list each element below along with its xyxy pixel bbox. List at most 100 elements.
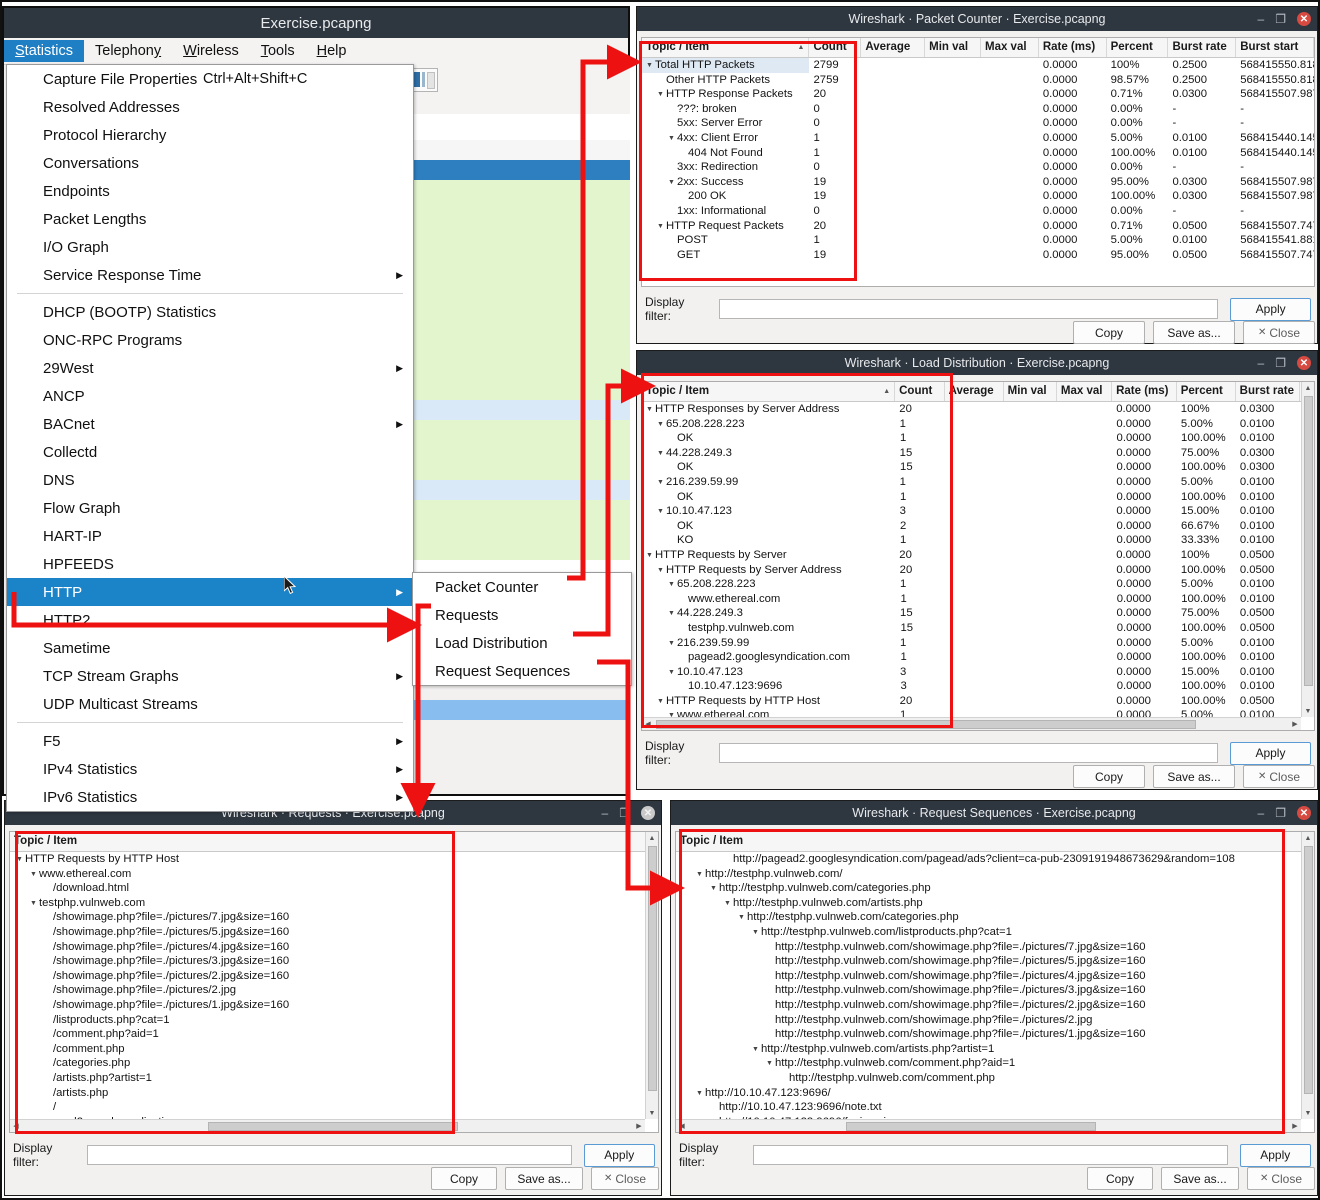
statistics-menu-item-capture-file-properties[interactable]: Capture File Properties Ctrl+Alt+Shift+C (7, 65, 413, 93)
list-item[interactable]: ▼/showimage.php?file=./pictures/2.jpg&si… (10, 969, 658, 984)
column-header-burst-rate[interactable]: Burst rate (1236, 382, 1301, 401)
statistics-menu-item-dns[interactable]: DNS (7, 466, 413, 494)
list-item[interactable]: ▼/ (10, 1100, 658, 1115)
list-item[interactable]: ▼/comment.php?aid=1 (10, 1027, 658, 1042)
column-header-count[interactable]: Count (895, 382, 945, 401)
table-row[interactable]: ▼ HTTP Requests by HTTP Host 20 0.0000 100.0… (642, 694, 1314, 709)
table-row[interactable]: ▼pagead2.googlesyndication.com 1 0.0000 100… (642, 650, 1314, 665)
packet-counter-copy-button[interactable]: Copy (1073, 321, 1145, 344)
scroll-up-icon[interactable]: ▲ (646, 832, 658, 844)
table-row[interactable]: ▼ HTTP Requests by Server Address 20 0.0000… (642, 563, 1314, 578)
http-submenu-item-requests[interactable]: Requests (413, 601, 631, 629)
hscroll-thumb[interactable] (656, 720, 1196, 729)
table-row[interactable]: ▼ 10.10.47.123 3 0.0000 15.00% 0.0100 (642, 665, 1314, 680)
requests-hscrollbar[interactable]: ◀ ▶ (10, 1119, 645, 1132)
request-sequences-apply-button[interactable]: Apply (1239, 1143, 1311, 1167)
column-header-count[interactable]: Count (809, 38, 862, 57)
expander-open-icon[interactable]: ▼ (657, 476, 666, 490)
column-header-burst-rate[interactable]: Burst rate (1168, 38, 1237, 57)
list-item[interactable]: ▼/showimage.php?file=./pictures/3.jpg&si… (10, 954, 658, 969)
list-item[interactable]: ▼ http://testphp.vulnweb.com/artists.php (676, 896, 1314, 911)
table-row[interactable]: ▼ HTTP Request Packets 20 0.0000 0.71% 0.0500… (642, 219, 1314, 234)
statistics-menu-item-ancp[interactable]: ANCP (7, 382, 413, 410)
close-icon[interactable]: ✕ (641, 806, 655, 820)
table-row[interactable]: ▼200 OK190.0000100.00%0.0300568415507.98… (642, 189, 1314, 204)
column-header-percent[interactable]: Percent (1177, 382, 1236, 401)
packet-counter-filter-input[interactable] (718, 299, 1219, 319)
request-sequences-save-as-button[interactable]: Save as... (1161, 1167, 1239, 1190)
list-item[interactable]: ▼/artists.php?artist=1 (10, 1071, 658, 1086)
statistics-menu-item-tcp-stream-graphs[interactable]: TCP Stream Graphs ▶ (7, 662, 413, 690)
list-item[interactable]: ▼ http://10.10.47.123:9696/ (676, 1086, 1314, 1101)
table-row[interactable]: ▼ 65.208.228.223 1 0.0000 5.00% 0.0100 (642, 417, 1314, 432)
expander-open-icon[interactable]: ▼ (752, 1043, 761, 1057)
table-row[interactable]: ▼ 2xx: Success 19 0.0000 95.00% 0.0300 5684155… (642, 175, 1314, 190)
requests-apply-button[interactable]: Apply (583, 1143, 655, 1167)
statistics-menu-item-service-response-time[interactable]: Service Response Time ▶ (7, 261, 413, 289)
requests-column-topic-item[interactable]: Topic / Item (10, 832, 646, 851)
restore-icon[interactable]: ❐ (1275, 13, 1286, 25)
expander-open-icon[interactable]: ▼ (668, 637, 677, 651)
scroll-left-icon[interactable]: ◀ (676, 1120, 688, 1132)
load-distribution-filter-input[interactable] (718, 743, 1218, 763)
statistics-menu-item-resolved-addresses[interactable]: Resolved Addresses (7, 93, 413, 121)
table-row[interactable]: ▼10.10.47.123:9696 3 0.0000 100.00% 0.0100 (642, 679, 1314, 694)
expander-open-icon[interactable]: ▼ (738, 911, 747, 925)
load-distribution-close-button[interactable]: ✕ Close (1243, 765, 1315, 788)
request-sequences-table[interactable]: Topic / Item ▼http://pagead2.googlesyndi… (675, 831, 1315, 1133)
expander-open-icon[interactable]: ▼ (646, 59, 655, 73)
table-row[interactable]: ▼ HTTP Requests by Server 20 0.0000 100% 0.05… (642, 548, 1314, 563)
close-icon[interactable]: ✕ (1297, 12, 1311, 26)
load-distribution-copy-button[interactable]: Copy (1073, 765, 1145, 788)
statistics-menu-item-hart-ip[interactable]: HART-IP (7, 522, 413, 550)
request-sequences-copy-button[interactable]: Copy (1087, 1167, 1153, 1190)
requests-filter-input[interactable] (87, 1145, 572, 1165)
expander-open-icon[interactable]: ▼ (724, 897, 733, 911)
table-row[interactable]: ▼ 44.228.249.3 15 0.0000 75.00% 0.0300 (642, 446, 1314, 461)
statistics-menu-item-udp-multicast-streams[interactable]: UDP Multicast Streams (7, 690, 413, 718)
table-row[interactable]: ▼OK 15 0.0000 100.00% 0.0300 (642, 460, 1314, 475)
expander-open-icon[interactable]: ▼ (668, 132, 677, 146)
table-row[interactable]: ▼???: broken00.00000.00%-- (642, 102, 1314, 117)
menu-statistics[interactable]: Statistics (4, 40, 85, 62)
vscroll-thumb[interactable] (1304, 396, 1313, 686)
table-row[interactable]: ▼ 4xx: Client Error 1 0.0000 5.00% 0.0100 5684… (642, 131, 1314, 146)
statistics-menu-item-i-o-graph[interactable]: I/O Graph (7, 233, 413, 261)
table-row[interactable]: ▼1xx: Informational00.00000.00%-- (642, 204, 1314, 219)
close-icon[interactable]: ✕ (1297, 806, 1311, 820)
expander-open-icon[interactable]: ▼ (657, 564, 666, 578)
list-item[interactable]: ▼/download.html (10, 881, 658, 896)
table-row[interactable]: ▼OK 1 0.0000 100.00% 0.0100 (642, 490, 1314, 505)
list-item[interactable]: ▼/listproducts.php?cat=1 (10, 1013, 658, 1028)
list-item[interactable]: ▼/showimage.php?file=./pictures/7.jpg&si… (10, 910, 658, 925)
list-item[interactable]: ▼http://testphp.vulnweb.com/showimage.ph… (676, 969, 1314, 984)
statistics-menu-item-protocol-hierarchy[interactable]: Protocol Hierarchy (7, 121, 413, 149)
minimize-icon[interactable]: – (1258, 13, 1265, 25)
hscroll-thumb[interactable] (208, 1122, 458, 1131)
column-header-topic-item[interactable]: Topic / Item ▲ (642, 38, 810, 57)
column-header-average[interactable]: Average (861, 38, 926, 57)
load-distribution-vscrollbar[interactable]: ▲ ▼ (1301, 382, 1314, 717)
menu-telephony[interactable]: Telephony (84, 40, 172, 62)
menu-wireless[interactable]: Wireless (172, 40, 250, 62)
expander-open-icon[interactable]: ▼ (668, 607, 677, 621)
statistics-menu-item-endpoints[interactable]: Endpoints (7, 177, 413, 205)
statistics-menu-item-sametime[interactable]: Sametime (7, 634, 413, 662)
packet-counter-table[interactable]: Topic / Item ▲ Count Average Min val Max val R… (641, 37, 1315, 287)
table-row[interactable]: ▼3xx: Redirection00.00000.00%-- (642, 160, 1314, 175)
table-row[interactable]: ▼ 216.239.59.99 1 0.0000 5.00% 0.0100 (642, 475, 1314, 490)
statistics-menu-item-conversations[interactable]: Conversations (7, 149, 413, 177)
request-sequences-filter-input[interactable] (753, 1145, 1228, 1165)
requests-copy-button[interactable]: Copy (431, 1167, 497, 1190)
table-row[interactable]: ▼GET190.000095.00%0.0500568415507.747 (642, 248, 1314, 263)
load-distribution-save-as-button[interactable]: Save as... (1153, 765, 1235, 788)
list-item[interactable]: ▼http://testphp.vulnweb.com/showimage.ph… (676, 954, 1314, 969)
table-row[interactable]: ▼Other HTTP Packets27590.000098.57%0.250… (642, 73, 1314, 88)
request-sequences-hscrollbar[interactable]: ◀ ▶ (676, 1119, 1301, 1132)
column-header-rate-ms[interactable]: Rate (ms) (1039, 38, 1107, 57)
statistics-menu-item-ipv6-statistics[interactable]: IPv6 Statistics ▶ (7, 783, 413, 811)
expander-open-icon[interactable]: ▼ (30, 868, 39, 882)
expander-open-icon[interactable]: ▼ (657, 418, 666, 432)
column-header-percent[interactable]: Percent (1107, 38, 1169, 57)
expander-open-icon[interactable]: ▼ (710, 882, 719, 896)
